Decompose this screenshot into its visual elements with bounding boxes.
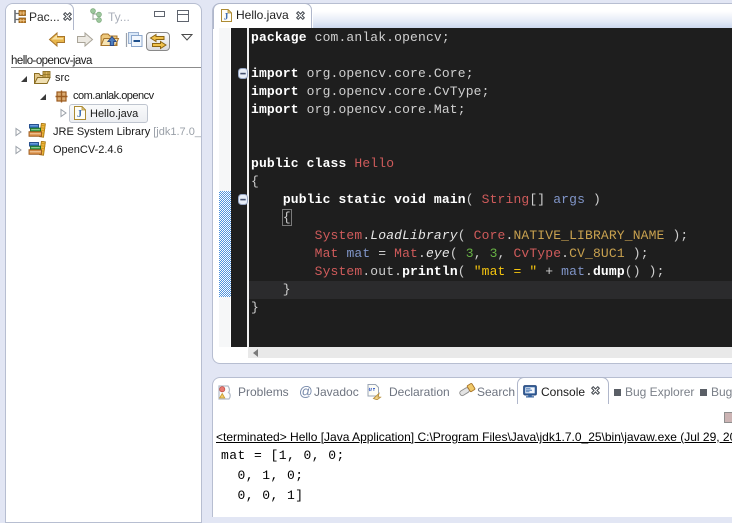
- svg-text:J: J: [77, 109, 82, 120]
- svg-text:J: J: [224, 13, 229, 23]
